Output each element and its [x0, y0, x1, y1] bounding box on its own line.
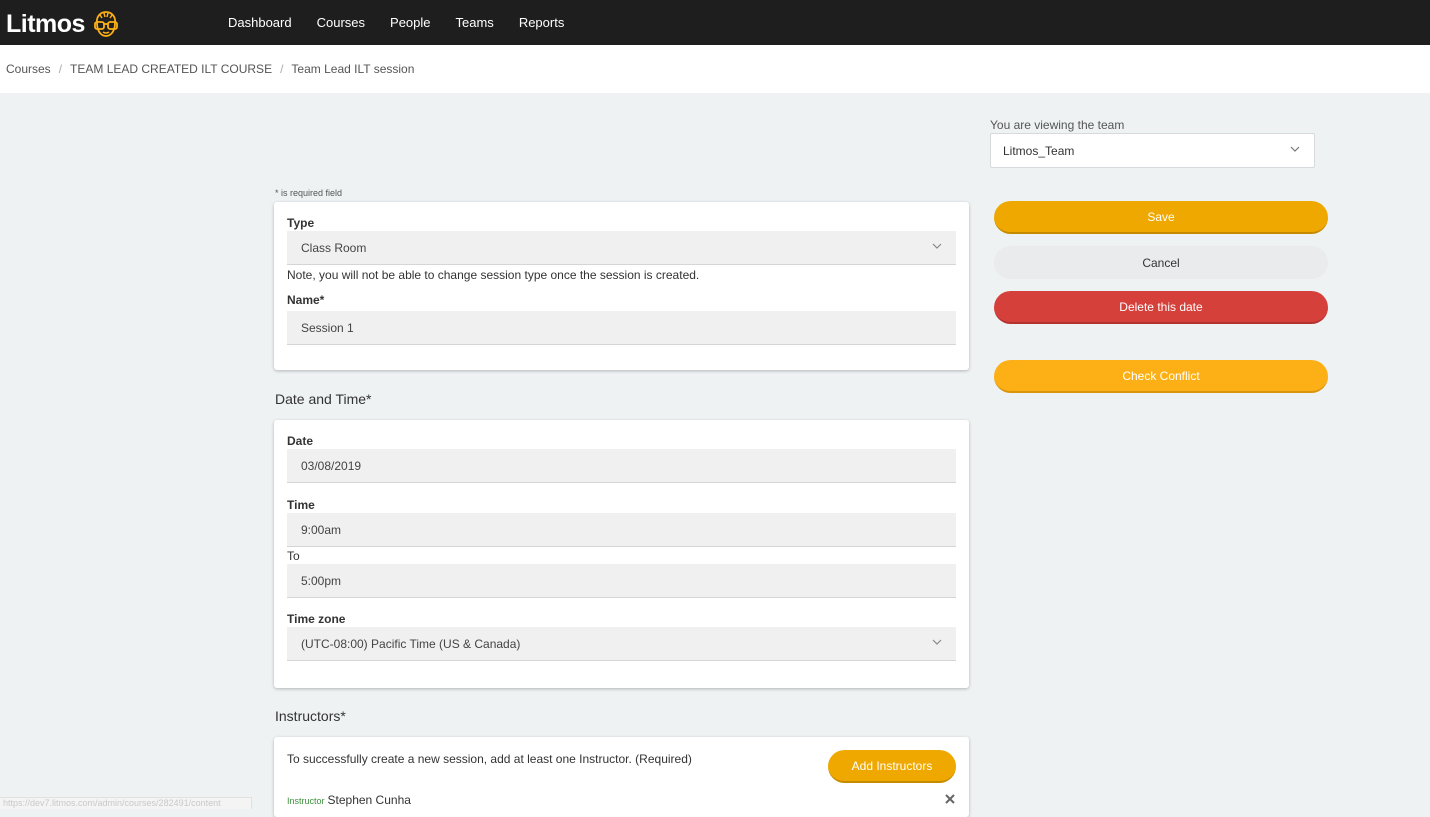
breadcrumb-separator: / [58, 62, 63, 76]
start-time-value: 9:00am [301, 522, 342, 537]
date-input-value: 03/08/2019 [301, 458, 362, 473]
chevron-down-icon [932, 243, 942, 249]
nerd-glasses-icon [94, 11, 118, 37]
main-nav: Dashboard Courses People Teams Reports [228, 0, 589, 45]
end-time-input[interactable]: 5:00pm [287, 564, 956, 598]
cancel-button[interactable]: Cancel [994, 246, 1328, 279]
type-label: Type [287, 216, 315, 230]
timezone-label: Time zone [287, 612, 346, 626]
delete-date-button[interactable]: Delete this date [994, 291, 1328, 324]
session-details-card: Type Class Room Note, you will not be ab… [274, 202, 969, 370]
list-item: Instructor Stephen Cunha [287, 793, 411, 807]
nav-courses[interactable]: Courses [317, 15, 365, 30]
name-input[interactable]: Session 1 [287, 311, 956, 345]
date-label: Date [287, 434, 314, 448]
team-label: You are viewing the team [990, 118, 1125, 132]
nav-teams[interactable]: Teams [456, 15, 494, 30]
team-select[interactable]: Litmos_Team [990, 133, 1315, 168]
nav-dashboard[interactable]: Dashboard [228, 15, 292, 30]
check-conflict-button[interactable]: Check Conflict [994, 360, 1328, 393]
brand-name: Litmos [6, 10, 85, 38]
required-field-note: * is required field [275, 188, 343, 198]
date-time-card: Date 03/08/2019 Time 9:00am To 5:00pm Ti… [274, 420, 969, 688]
top-bar: Litmos Dashboard Courses People Teams Re… [0, 0, 1430, 45]
nav-reports[interactable]: Reports [519, 15, 565, 30]
chevron-down-icon [932, 639, 942, 645]
instructors-card: To successfully create a new session, ad… [274, 737, 969, 817]
date-time-title: Date and Time* [275, 391, 372, 407]
status-bar-url: https://dev7.litmos.com/admin/courses/28… [0, 797, 252, 809]
type-select-value: Class Room [301, 240, 367, 255]
name-label: Name* [287, 293, 325, 307]
breadcrumb-bar: Courses / TEAM LEAD CREATED ILT COURSE /… [0, 45, 1430, 93]
name-input-value: Session 1 [301, 320, 354, 335]
close-icon[interactable] [944, 793, 956, 805]
logo[interactable]: Litmos [6, 9, 121, 39]
type-select[interactable]: Class Room [287, 231, 956, 265]
instructors-title: Instructors* [275, 708, 346, 724]
timezone-select[interactable]: (UTC-08:00) Pacific Time (US & Canada) [287, 627, 956, 661]
date-input[interactable]: 03/08/2019 [287, 449, 956, 483]
team-select-value: Litmos_Team [1003, 143, 1075, 158]
chevron-down-icon [1290, 146, 1300, 152]
timezone-select-value: (UTC-08:00) Pacific Time (US & Canada) [301, 636, 521, 651]
breadcrumb-courses[interactable]: Courses [6, 62, 51, 76]
save-button[interactable]: Save [994, 201, 1328, 234]
instructors-hint: To successfully create a new session, ad… [287, 752, 692, 766]
time-label: Time [287, 498, 315, 512]
breadcrumb-course[interactable]: TEAM LEAD CREATED ILT COURSE [70, 62, 272, 76]
add-instructors-button[interactable]: Add Instructors [828, 750, 956, 783]
nav-people[interactable]: People [390, 15, 430, 30]
end-time-value: 5:00pm [301, 573, 342, 588]
instructor-tag: Instructor [287, 796, 325, 806]
type-note: Note, you will not be able to change ses… [287, 268, 700, 282]
breadcrumb-separator: / [280, 62, 284, 76]
to-label: To [287, 549, 300, 563]
breadcrumb: Courses / TEAM LEAD CREATED ILT COURSE /… [6, 62, 414, 76]
start-time-input[interactable]: 9:00am [287, 513, 956, 547]
breadcrumb-current: Team Lead ILT session [291, 62, 415, 76]
instructor-name: Stephen Cunha [327, 793, 411, 807]
